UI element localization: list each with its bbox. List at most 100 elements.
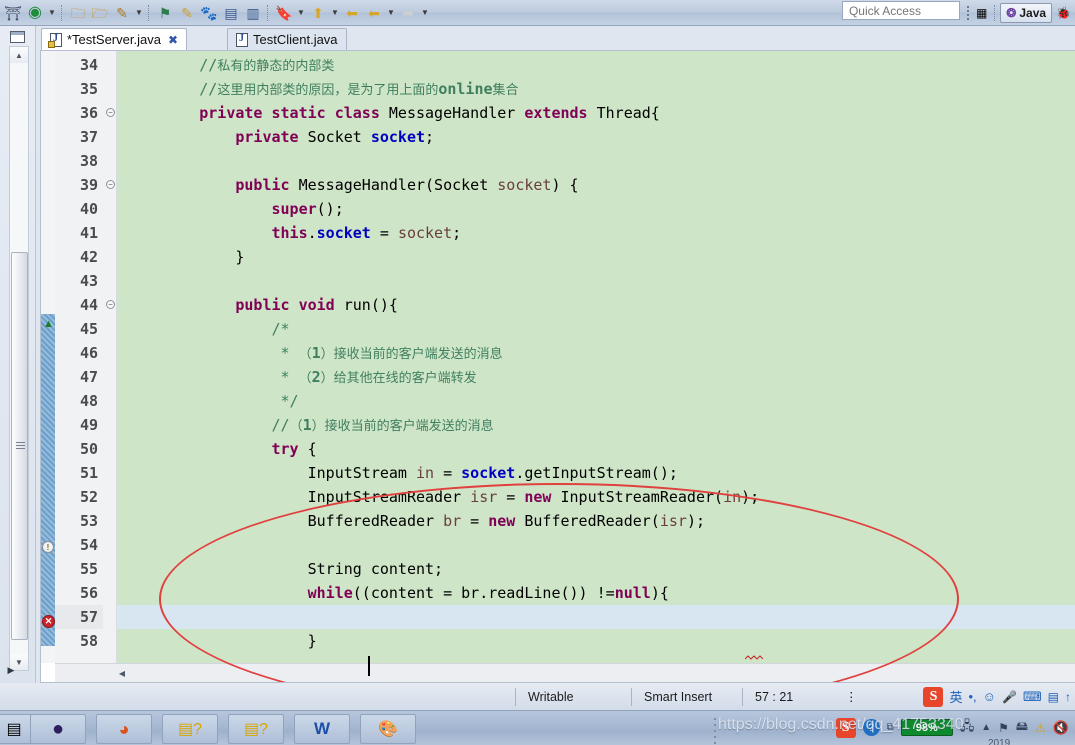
perspective-java-button[interactable]: ❂ Java [1000, 2, 1053, 23]
java-perspective-icon: ❂ [1006, 5, 1017, 20]
tab-testclient-java[interactable]: TestClient.java [227, 28, 347, 50]
code-line[interactable]: while((content = br.readLine()) !=null){ [117, 581, 1075, 605]
ime-language-mode[interactable]: 英 [949, 687, 962, 706]
code-line[interactable]: //私有的静态的内部类 [117, 53, 1075, 77]
code-line[interactable]: //（1）接收当前的客户端发送的消息 [117, 413, 1075, 437]
taskbar-firefox-icon[interactable]: ◕ [96, 714, 152, 744]
fold-collapse-icon[interactable]: − [106, 180, 115, 189]
tray-volume-muted-icon[interactable]: 🔇 [1053, 720, 1069, 736]
ime-menu-icon[interactable]: ↑ [1065, 690, 1071, 704]
code-line[interactable]: */ [117, 389, 1075, 413]
taskbar-paint-icon[interactable]: 🎨 [360, 714, 416, 744]
code-line[interactable]: this.socket = socket; [117, 221, 1075, 245]
overview-arrow-icon[interactable]: ▲ [42, 317, 55, 330]
code-line[interactable]: try { [117, 437, 1075, 461]
code-line[interactable]: String content; [117, 557, 1075, 581]
code-line[interactable]: public void run(){ [117, 293, 1075, 317]
run-dropdown-icon[interactable]: ▼ [46, 2, 58, 24]
code-line[interactable]: private Socket socket; [117, 125, 1075, 149]
code-line[interactable] [117, 533, 1075, 557]
edit-icon[interactable]: ✎ [176, 2, 198, 24]
back-arrow-icon[interactable]: ⬅ [341, 2, 363, 24]
tray-flag-icon[interactable]: ⚑ [998, 721, 1009, 735]
minimize-view-icon[interactable] [10, 31, 25, 43]
sogou-ime-bar[interactable]: S 英 •, ☺ 🎤 ⌨ ▤ ↑ [919, 683, 1075, 710]
code-text-area[interactable]: //私有的静态的内部类 //这里用内部类的原因，是为了用上面的online集合 … [117, 51, 1075, 663]
ime-keyboard-icon[interactable]: ⌨ [1023, 689, 1042, 705]
annotation-column[interactable]: ▲ ! ✕ [41, 51, 55, 663]
code-line[interactable]: * （1）接收当前的客户端发送的消息 [117, 341, 1075, 365]
code-line[interactable]: /* [117, 317, 1075, 341]
ime-voice-icon[interactable]: 🎤 [1002, 690, 1017, 704]
taskbar-unknown-doc-2-icon[interactable]: ▤? [228, 714, 284, 744]
sogou-logo-icon[interactable]: S [923, 686, 944, 707]
open-perspective-icon[interactable]: ▦ [972, 3, 991, 23]
code-line[interactable]: } [117, 629, 1075, 653]
bookmark-dropdown-icon[interactable]: ▼ [295, 2, 307, 24]
code-line[interactable]: * （2）给其他在线的客户端转发 [117, 365, 1075, 389]
pin-icon[interactable]: ⚑ [154, 2, 176, 24]
taskbar-unknown-doc-1-icon[interactable]: ▤? [162, 714, 218, 744]
taskbar-wps-icon[interactable]: W [294, 714, 350, 744]
fold-collapse-icon[interactable]: − [106, 300, 115, 309]
up-dropdown-icon[interactable]: ▼ [329, 2, 341, 24]
quick-access-input[interactable] [841, 1, 960, 20]
external-tools-icon[interactable]: ✎ [111, 2, 133, 24]
close-icon[interactable]: ✖ [168, 33, 178, 47]
toolbar-overflow-handle[interactable] [964, 4, 972, 22]
up-arrow-icon[interactable]: ⬆ [307, 2, 329, 24]
bookmark-icon[interactable]: 🔖 [273, 2, 295, 24]
tab-testserver-java[interactable]: *TestServer.java ✖ [41, 28, 187, 50]
code-line[interactable] [117, 149, 1075, 173]
rail-expand-icon[interactable]: ▶ [4, 663, 18, 677]
scroll-left-arrow-icon[interactable]: ◀ [113, 665, 131, 682]
horizontal-scrollbar[interactable]: ◀ [55, 663, 1075, 682]
taskbar-browser-icon[interactable]: ● [30, 714, 86, 744]
previous-arrow-icon[interactable]: ⬅ [363, 2, 385, 24]
code-line[interactable]: InputStream in = socket.getInputStream()… [117, 461, 1075, 485]
scroll-up-arrow-icon[interactable]: ▲ [10, 47, 28, 63]
code-line[interactable]: BufferedReader br = new BufferedReader(i… [117, 509, 1075, 533]
open-type-icon[interactable]: 🗁 [89, 2, 111, 24]
code-line[interactable] [117, 269, 1075, 293]
code-line[interactable]: super(); [117, 197, 1075, 221]
folding-column[interactable]: − − − [103, 51, 117, 663]
new-class-icon[interactable]: ▥ [242, 2, 264, 24]
forward-arrow-icon[interactable]: ➡ [397, 2, 419, 24]
code-line[interactable] [117, 605, 1075, 629]
back-dropdown-icon[interactable]: ▼ [385, 2, 397, 24]
eclipse-window: ⛩ ◉ ▼ 🗀 🗁 ✎ ▼ ⚑ ✎ 🐾 ▤ ▥ 🔖 ▼ ⬆ ▼ ⬅ ⬅ ▼ ➡ … [0, 0, 1075, 745]
firefox-glyph-icon: ◕ [118, 718, 130, 739]
line-number: 45 [79, 320, 98, 338]
tray-usb-icon[interactable]: 🖴 [1016, 717, 1028, 738]
tray-warning-icon[interactable]: ⚠ [1035, 721, 1046, 735]
new-java-file-icon[interactable]: ▤ [220, 2, 242, 24]
warning-icon[interactable]: ! [42, 541, 54, 553]
code-line[interactable]: private static class MessageHandler exte… [117, 101, 1075, 125]
line-number: 53 [79, 512, 98, 530]
forward-dropdown-icon[interactable]: ▼ [419, 2, 431, 24]
ime-punctuation-icon[interactable]: •, [968, 689, 976, 704]
status-writable: Writable [528, 689, 574, 704]
tray-show-hidden-icon[interactable]: ▲ [981, 722, 991, 733]
external-tools-dropdown-icon[interactable]: ▼ [133, 2, 145, 24]
status-overflow-icon[interactable]: ⋮ [833, 688, 870, 706]
code-line[interactable]: //这里用内部类的原因，是为了用上面的online集合 [117, 77, 1075, 101]
debug-icon[interactable]: 🐾 [198, 2, 220, 24]
error-icon[interactable]: ✕ [42, 615, 55, 628]
fold-collapse-icon[interactable]: − [106, 108, 115, 117]
line-number: 43 [79, 272, 98, 290]
run-ant-icon[interactable]: ⛩ [2, 2, 24, 24]
vertical-scrollbar[interactable]: ▲ ▼ [9, 46, 29, 671]
code-line[interactable]: InputStreamReader isr = new InputStreamR… [117, 485, 1075, 509]
run-icon[interactable]: ◉ [24, 2, 46, 24]
perspective-debug-button[interactable]: 🐞 [1052, 3, 1075, 23]
code-line[interactable]: public MessageHandler(Socket socket) { [117, 173, 1075, 197]
code-line[interactable]: } [117, 245, 1075, 269]
open-folder-icon[interactable]: 🗀 [67, 2, 89, 24]
ime-toolbox-icon[interactable]: ▤ [1048, 690, 1059, 704]
vertical-scroll-thumb[interactable] [11, 252, 28, 640]
code-editor[interactable]: ▲ ! ✕ 34 35 36 37 38 39 40 41 42 43 44 45 46 47 48 49 50… [40, 50, 1075, 683]
ime-emoji-icon[interactable]: ☺ [983, 689, 996, 704]
scroll-thumb-grip [16, 442, 25, 449]
